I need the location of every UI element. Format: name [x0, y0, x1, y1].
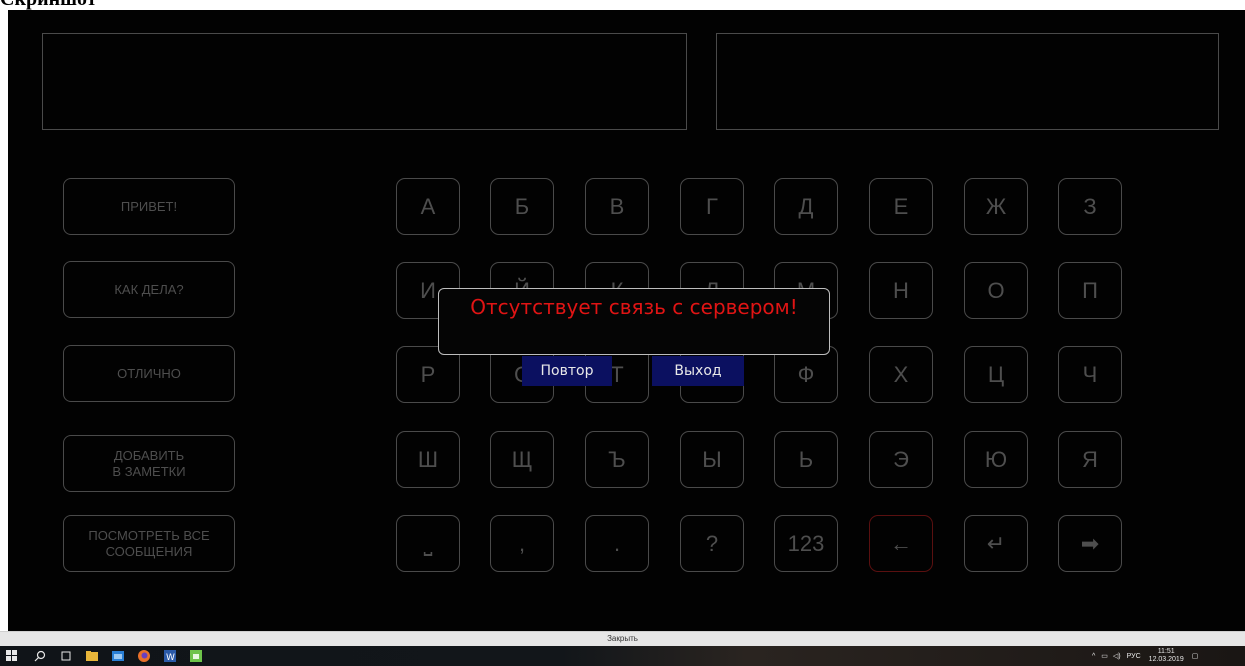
- phrase-button[interactable]: ПРИВЕТ!: [63, 178, 235, 235]
- letter-key[interactable]: Ъ: [585, 431, 649, 488]
- letter-key[interactable]: Я: [1058, 431, 1122, 488]
- letter-key[interactable]: Э: [869, 431, 933, 488]
- volume-icon[interactable]: ◁): [1113, 652, 1121, 660]
- phrase-button[interactable]: ОТЛИЧНО: [63, 345, 235, 402]
- notifications-icon[interactable]: ▢: [1192, 652, 1199, 660]
- windows-start-icon[interactable]: [6, 650, 18, 662]
- system-tray: ^ ▭ ◁) РУС 11:51 12.03.2019 ▢: [1092, 646, 1198, 666]
- tray-chevron-icon[interactable]: ^: [1092, 653, 1095, 660]
- period-key[interactable]: .: [585, 515, 649, 572]
- phrase-button[interactable]: ДОБАВИТЬ В ЗАМЕТКИ: [63, 435, 235, 492]
- firefox-icon[interactable]: [138, 650, 150, 662]
- letter-key[interactable]: Д: [774, 178, 838, 235]
- letter-key[interactable]: З: [1058, 178, 1122, 235]
- clock[interactable]: 11:51 12.03.2019: [1149, 648, 1184, 664]
- letter-key[interactable]: Е: [869, 178, 933, 235]
- letter-key[interactable]: Ж: [964, 178, 1028, 235]
- exit-button[interactable]: Выход: [652, 356, 744, 386]
- error-message: Отсутствует связь с сервером!: [470, 295, 798, 319]
- svg-text:W: W: [166, 653, 175, 662]
- letter-key[interactable]: Ю: [964, 431, 1028, 488]
- letter-key[interactable]: В: [585, 178, 649, 235]
- clock-date: 12.03.2019: [1148, 656, 1184, 663]
- numbers-key[interactable]: 123: [774, 515, 838, 572]
- language-indicator[interactable]: РУС: [1127, 653, 1141, 660]
- letter-key[interactable]: О: [964, 262, 1028, 319]
- enter-key[interactable]: ↵: [964, 515, 1028, 572]
- letter-key[interactable]: Н: [869, 262, 933, 319]
- letter-key[interactable]: Г: [680, 178, 744, 235]
- letter-key[interactable]: Ы: [680, 431, 744, 488]
- taskbar: W ^ ▭ ◁) РУС 11:51 12.03.2019 ▢: [0, 646, 1245, 666]
- letter-key[interactable]: Щ: [490, 431, 554, 488]
- letter-key[interactable]: Б: [490, 178, 554, 235]
- phrase-button[interactable]: ПОСМОТРЕТЬ ВСЕ СООБЩЕНИЯ: [63, 515, 235, 572]
- task-view-icon[interactable]: [60, 650, 72, 662]
- letter-key[interactable]: Ч: [1058, 346, 1122, 403]
- search-icon[interactable]: [34, 650, 46, 662]
- network-icon[interactable]: ▭: [1101, 652, 1108, 660]
- retry-button[interactable]: Повтор: [522, 356, 612, 386]
- error-dialog: Отсутствует связь с сервером!: [438, 288, 830, 355]
- text-display-left: [42, 33, 687, 130]
- clock-time: 11:51: [1157, 648, 1175, 655]
- file-explorer-icon[interactable]: [86, 650, 98, 662]
- android-app-icon[interactable]: [190, 650, 202, 662]
- letter-key[interactable]: Ь: [774, 431, 838, 488]
- text-display-right: [716, 33, 1219, 130]
- letter-key[interactable]: П: [1058, 262, 1122, 319]
- phrase-button[interactable]: КАК ДЕЛА?: [63, 261, 235, 318]
- question-key[interactable]: ?: [680, 515, 744, 572]
- letter-key[interactable]: Ш: [396, 431, 460, 488]
- letter-key[interactable]: Ц: [964, 346, 1028, 403]
- letter-key[interactable]: А: [396, 178, 460, 235]
- comma-key[interactable]: ,: [490, 515, 554, 572]
- app-window-icon[interactable]: [112, 650, 124, 662]
- status-bar[interactable]: Закрыть: [0, 631, 1245, 646]
- next-key[interactable]: ➡: [1058, 515, 1122, 572]
- letter-key[interactable]: Х: [869, 346, 933, 403]
- backspace-key[interactable]: ←: [869, 515, 933, 572]
- word-icon[interactable]: W: [164, 650, 176, 662]
- space-key[interactable]: ⎵: [396, 515, 460, 572]
- header-fragment: Скриншот: [0, 0, 258, 10]
